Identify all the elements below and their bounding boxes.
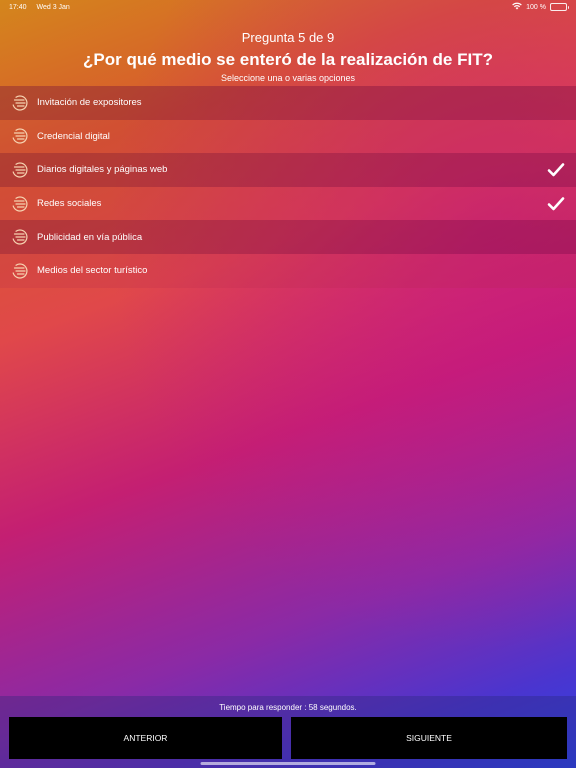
status-bar: 17:40 Wed 3 Jan 100 %	[0, 0, 576, 14]
battery-percent: 100 %	[526, 3, 546, 11]
status-right: 100 %	[512, 2, 569, 12]
question-title: ¿Por qué medio se enteró de la realizaci…	[83, 50, 493, 69]
next-button[interactable]: SIGUIENTE	[291, 717, 567, 759]
home-indicator	[200, 762, 376, 765]
footer: Tiempo para responder : 58 segundos. ANT…	[0, 696, 576, 768]
list-icon	[11, 127, 29, 145]
checkmark-icon	[547, 162, 565, 178]
timer-text: Tiempo para responder : 58 segundos.	[219, 703, 357, 712]
list-icon	[11, 228, 29, 246]
option-label: Medios del sector turístico	[37, 265, 148, 277]
option-row[interactable]: Redes sociales	[0, 186, 576, 221]
options-list: Invitación de expositores Credencial digi…	[0, 86, 576, 288]
status-time: 17:40	[9, 3, 27, 11]
checkmark-icon	[547, 196, 565, 212]
list-icon	[11, 262, 29, 280]
list-icon	[11, 195, 29, 213]
option-label: Redes sociales	[37, 198, 102, 210]
status-left: 17:40 Wed 3 Jan	[9, 4, 78, 11]
status-date: Wed 3 Jan	[36, 3, 70, 11]
battery-icon	[550, 3, 569, 11]
question-header: Pregunta 5 de 9 ¿Por qué medio se enteró…	[0, 30, 576, 84]
option-label: Invitación de expositores	[37, 97, 142, 109]
list-icon	[11, 161, 29, 179]
option-row[interactable]: Publicidad en vía pública	[0, 220, 576, 254]
list-icon	[11, 94, 29, 112]
option-label: Publicidad en vía pública	[37, 231, 143, 243]
option-row[interactable]: Invitación de expositores	[0, 86, 576, 120]
option-label: Diarios digitales y páginas web	[37, 164, 168, 176]
option-label: Credencial digital	[37, 130, 110, 142]
question-hint: Seleccione una o varias opciones	[220, 73, 356, 83]
option-row[interactable]: Medios del sector turístico	[0, 253, 576, 288]
option-row[interactable]: Credencial digital	[0, 119, 576, 154]
question-counter: Pregunta 5 de 9	[241, 30, 335, 45]
previous-button[interactable]: ANTERIOR	[9, 717, 282, 759]
wifi-icon	[512, 2, 522, 12]
option-row[interactable]: Diarios digitales y páginas web	[0, 153, 576, 187]
